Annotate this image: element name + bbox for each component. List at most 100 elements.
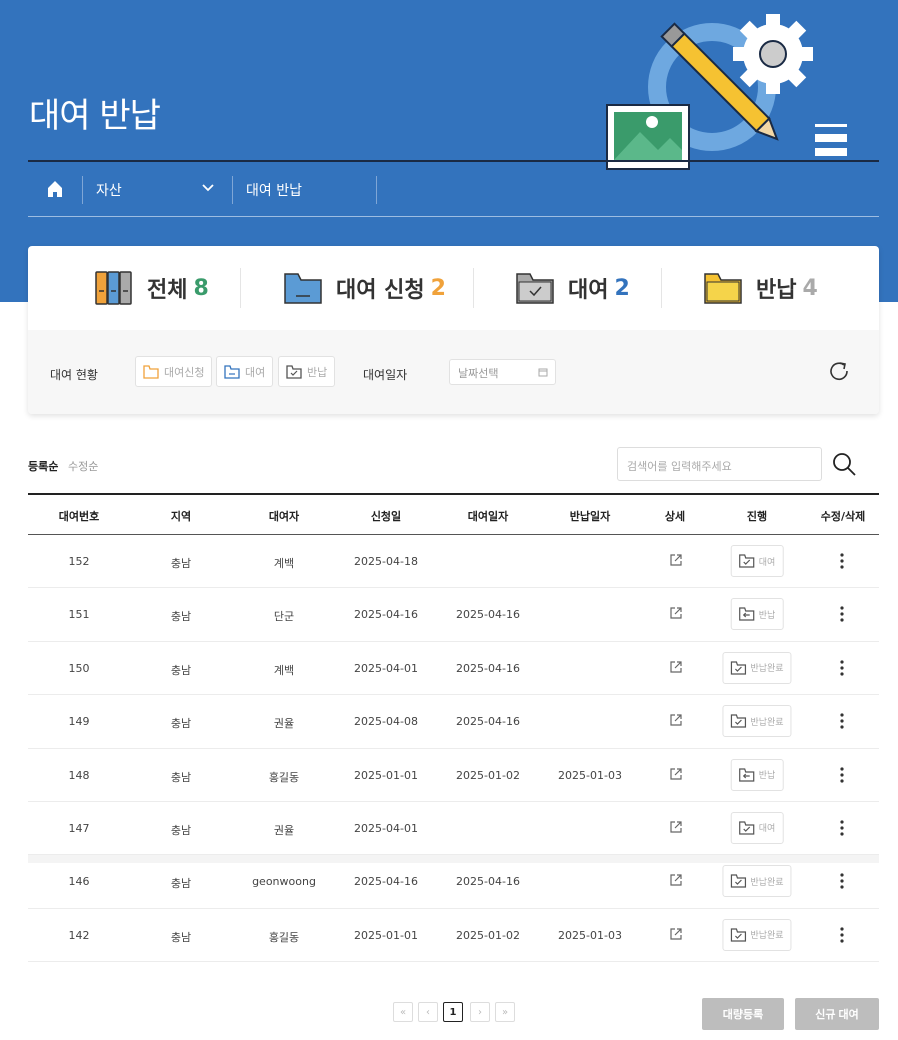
progress-button[interactable]: 대여 — [730, 545, 784, 577]
external-link-icon[interactable] — [669, 606, 683, 620]
page-number-button[interactable]: 1 — [443, 1002, 463, 1022]
external-link-icon[interactable] — [669, 873, 683, 887]
cell-no: 150 — [68, 661, 90, 675]
cell-applied: 2025-04-18 — [354, 555, 418, 568]
progress-button[interactable]: 반납 — [730, 758, 784, 791]
cell-no: 147 — [68, 821, 90, 835]
stat-rent[interactable]: 대여 2 — [516, 268, 630, 308]
more-vertical-icon[interactable] — [839, 872, 845, 890]
filter-bar: 대여 현황 대여신청 대여 반납 대여일자 날짜선택 — [28, 330, 879, 414]
col-returned: 반납일자 — [569, 510, 611, 523]
stat-rent-count: 2 — [614, 275, 630, 301]
page-title: 대여 반납 — [29, 96, 161, 136]
breadcrumb-section[interactable]: 자산 — [96, 180, 122, 200]
sort-registered[interactable]: 등록순 — [28, 458, 58, 474]
breadcrumb-separator — [82, 176, 83, 204]
external-link-icon[interactable] — [669, 553, 683, 567]
progress-button[interactable]: 반납완료 — [722, 705, 792, 738]
more-vertical-icon[interactable] — [839, 552, 845, 570]
status-stats: 전체 8 대여 신청 2 대여 2 반납 4 — [28, 246, 879, 330]
stat-all[interactable]: 전체 8 — [95, 268, 209, 308]
chip-request-label: 대여신청 — [164, 365, 205, 379]
first-page-button[interactable]: « — [393, 1002, 413, 1022]
folder-check-icon — [739, 821, 755, 835]
progress-label: 반납완료 — [750, 717, 784, 728]
cell-rented: 2025-01-02 — [456, 768, 520, 782]
progress-button[interactable]: 반납완료 — [722, 865, 792, 898]
stat-request-label: 대여 신청 — [336, 278, 425, 303]
col-region: 지역 — [170, 510, 192, 523]
external-link-icon[interactable] — [669, 660, 683, 674]
cell-renter: 홍길동 — [268, 930, 300, 944]
progress-button[interactable]: 반납완료 — [722, 651, 792, 684]
stat-request[interactable]: 대여 신청 2 — [284, 268, 446, 308]
search-input[interactable]: 검색어를 입력해주세요 — [617, 447, 822, 481]
more-vertical-icon[interactable] — [839, 819, 845, 837]
external-link-icon[interactable] — [669, 820, 683, 834]
home-icon[interactable] — [44, 178, 66, 200]
progress-button[interactable]: 반납 — [730, 598, 784, 631]
refresh-icon[interactable] — [826, 358, 852, 384]
gear-icon — [733, 14, 813, 94]
cell-returned: 2025-01-03 — [558, 928, 622, 942]
cell-region: 충남 — [170, 823, 192, 837]
chip-return[interactable]: 반납 — [278, 356, 336, 387]
folder-check-icon — [516, 273, 554, 304]
folder-done-icon — [730, 874, 747, 888]
cell-rented: 2025-04-16 — [456, 715, 520, 729]
cell-region: 충남 — [170, 557, 192, 570]
progress-button[interactable]: 반납완료 — [722, 918, 792, 951]
external-link-icon[interactable] — [669, 767, 683, 781]
cell-applied: 2025-01-01 — [354, 928, 418, 942]
stat-return-label: 반납 — [756, 278, 797, 303]
chip-return-label: 반납 — [307, 365, 328, 379]
progress-button[interactable]: 대여 — [730, 811, 784, 844]
cell-applied: 2025-04-01 — [354, 661, 418, 675]
col-edit-delete: 수정/삭제 — [820, 510, 866, 523]
folder-blue-icon — [284, 273, 322, 304]
col-rented: 대여일자 — [467, 510, 509, 523]
stat-all-label: 전체 — [147, 278, 188, 303]
cell-rented: 2025-01-02 — [456, 928, 520, 942]
cell-no: 152 — [68, 555, 90, 568]
cell-region: 충남 — [170, 610, 192, 624]
external-link-icon[interactable] — [669, 713, 683, 727]
more-vertical-icon[interactable] — [839, 659, 845, 677]
breadcrumb-underline — [28, 216, 879, 217]
stat-all-count: 8 — [193, 275, 209, 301]
more-vertical-icon[interactable] — [839, 712, 845, 730]
chip-rent[interactable]: 대여 — [216, 356, 274, 387]
table-row: 151 충남 단군 2025-04-16 2025-04-16 반납 — [28, 588, 879, 642]
progress-label: 반납 — [758, 771, 776, 782]
sort-modified[interactable]: 수정순 — [68, 458, 98, 474]
search-icon[interactable] — [830, 450, 858, 478]
more-vertical-icon[interactable] — [839, 926, 845, 944]
last-page-button[interactable]: » — [495, 1002, 515, 1022]
cell-region: 충남 — [170, 877, 192, 891]
more-vertical-icon[interactable] — [839, 766, 845, 784]
bulk-register-button[interactable]: 대량등록 — [702, 998, 784, 1030]
col-no: 대여번호 — [58, 510, 100, 523]
folder-check-icon — [286, 364, 302, 379]
stat-request-count: 2 — [430, 275, 446, 301]
stat-divider — [661, 268, 662, 308]
calendar-icon[interactable] — [538, 367, 548, 377]
next-page-button[interactable]: › — [470, 1002, 490, 1022]
cell-no: 146 — [68, 875, 90, 889]
new-rental-button[interactable]: 신규 대여 — [795, 998, 879, 1030]
folder-check-icon — [739, 554, 755, 568]
folder-blue-icon — [224, 364, 240, 379]
breadcrumb-separator — [232, 176, 233, 204]
prev-page-button[interactable]: ‹ — [418, 1002, 438, 1022]
chip-request[interactable]: 대여신청 — [135, 356, 213, 387]
cell-applied: 2025-04-08 — [354, 715, 418, 729]
cell-renter: geonwoong — [252, 875, 316, 889]
cell-no: 142 — [68, 928, 90, 942]
chevron-down-icon[interactable] — [200, 180, 216, 196]
cell-applied: 2025-01-01 — [354, 768, 418, 782]
more-vertical-icon[interactable] — [839, 605, 845, 623]
breadcrumb-separator — [376, 176, 377, 204]
date-filter-label: 대여일자 — [363, 368, 408, 382]
external-link-icon[interactable] — [669, 927, 683, 941]
stat-return[interactable]: 반납 4 — [704, 268, 818, 308]
